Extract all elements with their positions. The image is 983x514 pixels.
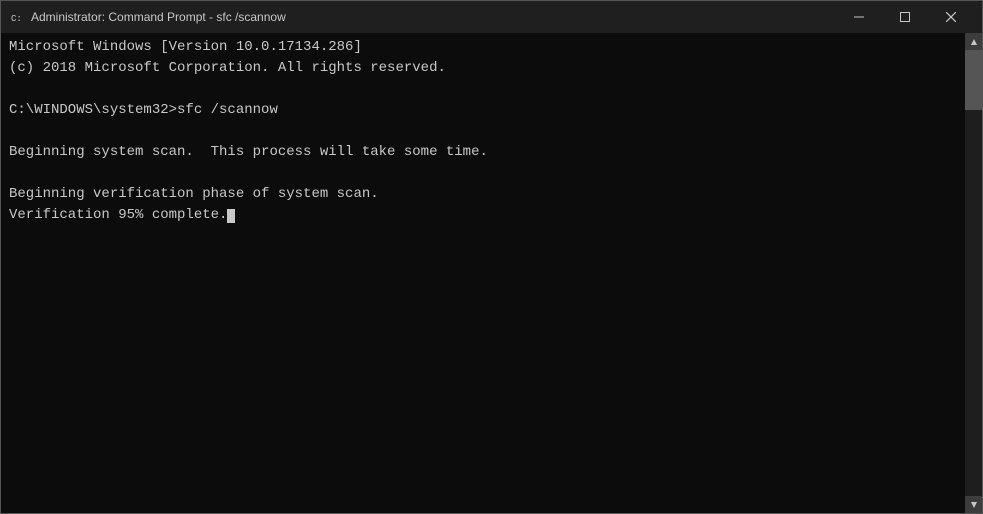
terminal-output[interactable]: Microsoft Windows [Version 10.0.17134.28… [1, 33, 965, 513]
terminal-line-3: C:\WINDOWS\system32>sfc /scannow [9, 100, 957, 121]
maximize-button[interactable] [882, 1, 928, 33]
terminal-line-7: Beginning verification phase of system s… [9, 184, 957, 205]
svg-text:C:: C: [11, 14, 22, 24]
scrollbar-thumb[interactable] [965, 50, 982, 110]
terminal-line-4 [9, 121, 957, 142]
cursor [227, 209, 235, 223]
command-prompt-window: C: Administrator: Command Prompt - sfc /… [0, 0, 983, 514]
window-title: Administrator: Command Prompt - sfc /sca… [31, 10, 836, 24]
minimize-button[interactable] [836, 1, 882, 33]
terminal-line-0: Microsoft Windows [Version 10.0.17134.28… [9, 37, 957, 58]
titlebar: C: Administrator: Command Prompt - sfc /… [1, 1, 982, 33]
scrollbar[interactable] [965, 33, 982, 513]
terminal-line-1: (c) 2018 Microsoft Corporation. All righ… [9, 58, 957, 79]
scroll-down-arrow[interactable] [965, 496, 982, 513]
content-area: Microsoft Windows [Version 10.0.17134.28… [1, 33, 982, 513]
window-icon: C: [9, 9, 25, 25]
window-controls [836, 1, 974, 33]
terminal-line-8: Verification 95% complete. [9, 205, 957, 226]
terminal-line-6 [9, 163, 957, 184]
scroll-up-arrow[interactable] [965, 33, 982, 50]
terminal-line-2 [9, 79, 957, 100]
terminal-line-5: Beginning system scan. This process will… [9, 142, 957, 163]
scrollbar-track[interactable] [965, 50, 982, 496]
close-button[interactable] [928, 1, 974, 33]
